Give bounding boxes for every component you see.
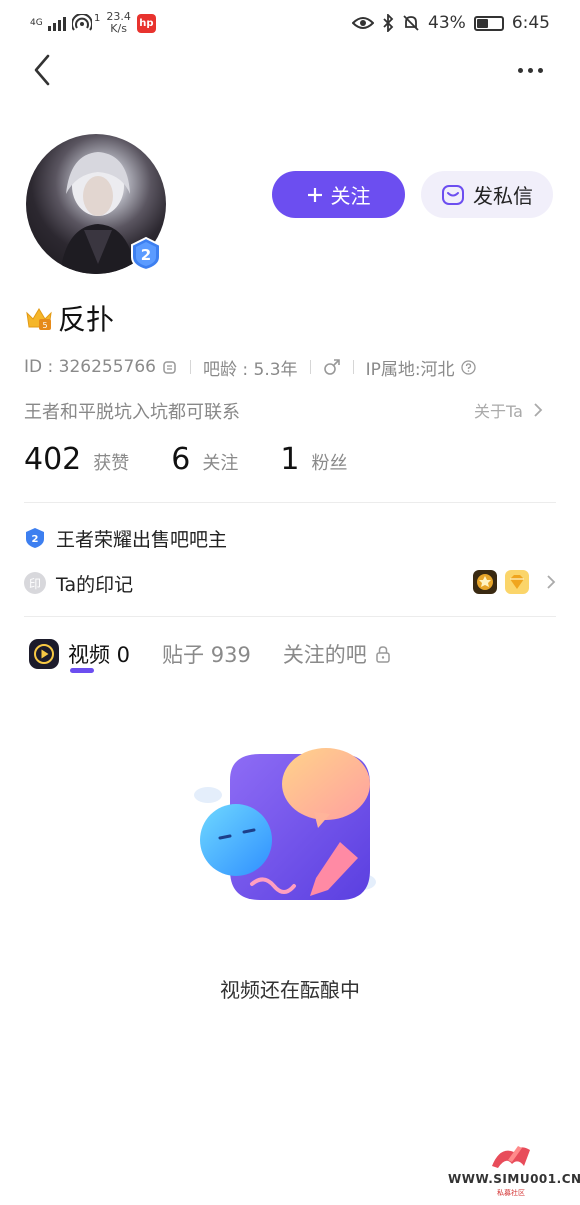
video-icon (29, 639, 59, 669)
imprint-label: Ta的印记 (56, 573, 134, 596)
imprint-row[interactable]: 印 Ta的印记 (24, 568, 133, 598)
stats-row: 402 获赞 6 关注 1 粉丝 (24, 442, 389, 482)
active-tab-indicator (70, 668, 94, 673)
bar-owner-title: 王者荣耀出售吧吧主 (56, 528, 228, 551)
battery-icon (473, 15, 504, 31)
meta-separator (352, 360, 354, 374)
watermark: WWW.SIMU001.CN 私募社区 (448, 1140, 580, 1198)
follow-button[interactable]: 关注 (272, 171, 405, 218)
imprint-badges[interactable] (472, 568, 556, 596)
crown-icon: 5 (26, 308, 52, 330)
empty-state-text: 视频还在酝酿中 (220, 978, 360, 1002)
help-icon[interactable] (460, 359, 476, 375)
more-options-icon[interactable] (518, 60, 558, 80)
battery-percent: 43% (428, 13, 466, 33)
diamond-badge-icon (505, 570, 529, 594)
status-left: 4G 1 23.4 K/s hp (30, 10, 156, 36)
copy-icon[interactable] (162, 359, 178, 375)
about-link[interactable]: 关于Ta (474, 398, 543, 422)
meta-row: ID : 326255766 吧龄 : 5.3年 IP属地:河北 (24, 354, 476, 380)
chevron-right-icon (547, 575, 556, 589)
hotspot-icon (72, 14, 92, 31)
eye-icon (352, 17, 375, 29)
follow-label: 关注 (330, 184, 371, 208)
clock: 6:45 (511, 13, 550, 33)
signal-icon (48, 15, 66, 31)
watermark-logo-icon (492, 1146, 530, 1168)
status-bar: 4G 1 23.4 K/s hp 43% 6:45 (0, 0, 580, 44)
meta-separator (309, 360, 311, 374)
empty-state-illustration (194, 748, 376, 900)
mute-bell-icon (403, 15, 419, 31)
divider (24, 502, 556, 503)
user-id: ID : 326255766 (24, 357, 156, 377)
bluetooth-icon (383, 14, 394, 32)
tab-videos[interactable]: 视频 0 (28, 638, 130, 670)
stat-fans[interactable]: 1 粉丝 (280, 442, 347, 477)
following-label: 关注 (202, 453, 239, 474)
fans-label: 粉丝 (311, 453, 348, 474)
name-row: 5 反扑 (24, 298, 114, 338)
tab-posts-label: 贴子 939 (162, 643, 251, 667)
ip-location: IP属地:河北 (365, 359, 455, 380)
status-right: 43% 6:45 (352, 10, 550, 36)
level-badge-icon: 2 (131, 236, 161, 272)
hotspot-count: 1 (94, 12, 101, 24)
about-label: 关于Ta (474, 402, 523, 421)
male-gender-icon (323, 359, 340, 375)
imprint-icon: 印 (24, 572, 46, 594)
user-intro: 王者和平脱坑入坑都可联系 (24, 402, 240, 423)
bar-owner-row[interactable]: 2 王者荣耀出售吧吧主 (24, 523, 227, 553)
network-type: 4G (30, 17, 43, 28)
tab-followed-bars[interactable]: 关注的吧 (283, 639, 391, 669)
chevron-right-icon (534, 403, 543, 417)
fans-count: 1 (280, 442, 300, 477)
bar-age: 吧龄 : 5.3年 (202, 359, 298, 380)
bar-owner-badge-icon: 2 (26, 528, 44, 548)
send-message-button[interactable]: 发私信 (421, 171, 553, 218)
meta-separator (189, 360, 191, 374)
lock-icon (376, 646, 390, 663)
svg-text:5: 5 (42, 321, 47, 330)
svg-text:2: 2 (32, 534, 39, 545)
message-icon (442, 184, 464, 205)
likes-label: 获赞 (93, 453, 130, 474)
svg-text:2: 2 (141, 246, 151, 264)
likes-count: 402 (24, 442, 82, 477)
username: 反扑 (58, 303, 115, 336)
watermark-sub: 私募社区 (497, 1189, 525, 1197)
stat-following[interactable]: 6 关注 (171, 442, 238, 477)
medal-badge-icon (473, 570, 497, 594)
tab-posts[interactable]: 贴子 939 (162, 639, 251, 669)
tab-videos-label: 视频 0 (68, 643, 131, 667)
plus-icon (307, 187, 322, 202)
back-icon[interactable] (28, 52, 58, 88)
divider (24, 616, 556, 617)
watermark-site: WWW.SIMU001.CN (448, 1172, 580, 1186)
app-notification-icon: hp (136, 13, 156, 33)
message-label: 发私信 (473, 184, 533, 208)
following-count: 6 (171, 442, 191, 477)
stat-likes[interactable]: 402 获赞 (24, 442, 129, 477)
net-speed: 23.4 K/s (106, 10, 131, 35)
tab-followed-bars-label: 关注的吧 (282, 643, 367, 667)
